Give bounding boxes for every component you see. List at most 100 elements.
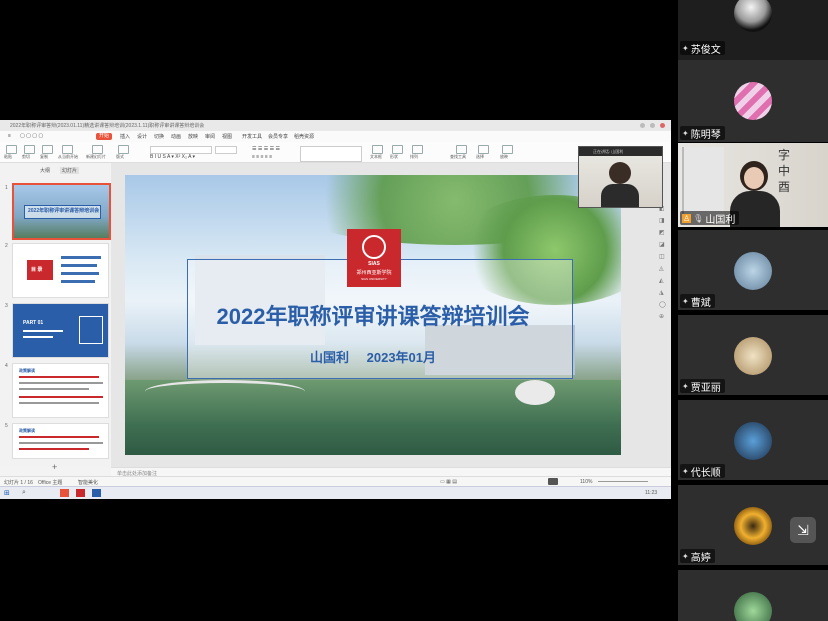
participant-name-tag: ✦ 苏俊文 bbox=[680, 41, 725, 56]
slide-count: 幻灯片 1 / 16 bbox=[4, 480, 33, 486]
tab-review[interactable]: 审阅 bbox=[205, 133, 215, 140]
close-icon[interactable] bbox=[660, 123, 665, 128]
slide-thumb-5[interactable]: 政策解读 bbox=[12, 423, 109, 459]
app-taskbar-icon[interactable] bbox=[92, 489, 101, 497]
presentation-date: 2023年01月 bbox=[366, 350, 437, 365]
tab-start[interactable]: 开始 bbox=[96, 133, 112, 140]
presenter-name: 山国利 bbox=[309, 350, 349, 365]
select-icon[interactable] bbox=[478, 145, 489, 154]
align-buttons[interactable]: ≡ ≡ ≡ ≡ ≡ bbox=[252, 154, 272, 160]
participant-tile-5[interactable]: ✦ 贾亚丽 bbox=[678, 315, 828, 395]
smart-beautify[interactable]: 智能美化 bbox=[78, 479, 98, 486]
new-slide-icon[interactable] bbox=[92, 145, 103, 154]
thumb-line bbox=[61, 280, 95, 283]
shape-gallery[interactable] bbox=[300, 146, 362, 162]
zoom-slider[interactable] bbox=[598, 481, 648, 482]
font-name-select[interactable] bbox=[150, 146, 212, 154]
thumb-title: 政策解读 bbox=[19, 428, 35, 433]
participant-tile-6[interactable]: ✦ 代长顺 bbox=[678, 400, 828, 480]
tab-animation[interactable]: 动画 bbox=[171, 133, 181, 140]
mic-muted-icon: ✦ bbox=[682, 551, 689, 561]
participant-name-tag: ✦ 高婷 bbox=[680, 549, 715, 564]
maximize-icon[interactable] bbox=[650, 123, 655, 128]
host-icon: ♙ bbox=[682, 213, 692, 223]
paste-icon[interactable] bbox=[6, 145, 17, 154]
play-icon[interactable] bbox=[62, 145, 73, 154]
find-tool-icon[interactable] bbox=[456, 145, 467, 154]
avatar bbox=[734, 252, 772, 290]
avatar bbox=[734, 82, 772, 120]
tab-outline[interactable]: 大纲 bbox=[40, 167, 50, 174]
copy-label: 复制 bbox=[40, 154, 48, 159]
wps-w-taskbar-icon[interactable] bbox=[76, 489, 85, 497]
paste-label: 粘贴 bbox=[4, 154, 12, 159]
arrange-icon[interactable] bbox=[412, 145, 423, 154]
windows-taskbar: ⊞ ⌕ 11:23 bbox=[0, 486, 671, 499]
speaker-head bbox=[609, 162, 631, 184]
tab-docer[interactable]: 稻壳资源 bbox=[294, 133, 314, 140]
mic-muted-icon: ✦ bbox=[682, 466, 689, 476]
thumb-title: PART 01 bbox=[23, 320, 44, 326]
slideshow-play-icon[interactable] bbox=[548, 478, 558, 485]
windows-start-icon[interactable]: ⊞ bbox=[4, 489, 10, 497]
share-screen-icon[interactable]: ⇲ bbox=[790, 517, 816, 543]
speaker-video-popup[interactable]: 正在讲话: 山国利 bbox=[578, 146, 663, 208]
bridge bbox=[145, 380, 305, 403]
cut-label: 剪切 bbox=[22, 154, 30, 159]
slide-thumb-1[interactable]: 2022年职称评审讲课答辩培训会 bbox=[12, 183, 111, 240]
search-icon[interactable]: ⌕ bbox=[22, 489, 26, 497]
shape-icon[interactable] bbox=[392, 145, 403, 154]
tab-insert[interactable]: 插入 bbox=[120, 133, 130, 140]
tab-transition[interactable]: 切换 bbox=[154, 133, 164, 140]
tab-file-menu[interactable]: ▢ ▢ ▢ ▢ bbox=[20, 133, 43, 139]
participant-tile-7[interactable]: ✦ 高婷 ⇲ bbox=[678, 485, 828, 565]
tab-slideshow[interactable]: 放映 bbox=[188, 133, 198, 140]
cut-icon[interactable] bbox=[24, 145, 35, 154]
thumb-line bbox=[23, 330, 63, 332]
textbox-icon[interactable] bbox=[372, 145, 383, 154]
avatar bbox=[734, 337, 772, 375]
menu-icon[interactable]: ≡ bbox=[8, 133, 11, 139]
format-buttons[interactable]: B I U S A ▾ X² X₂ A ▾ bbox=[150, 154, 195, 160]
thumb-line bbox=[61, 264, 97, 267]
copy-icon[interactable] bbox=[42, 145, 53, 154]
thumb-title: 政策解读 bbox=[19, 368, 35, 373]
wps-taskbar-icon[interactable] bbox=[60, 489, 69, 497]
left-panel-tabs: 大纲 幻灯片 bbox=[0, 163, 110, 179]
logo-en: SIAS bbox=[368, 261, 380, 267]
slide-thumb-3[interactable]: PART 01 bbox=[12, 303, 109, 358]
participant-tile-4[interactable]: ✦ 曹斌 bbox=[678, 230, 828, 310]
slide-thumb-2[interactable]: 目 录 bbox=[12, 243, 109, 298]
current-slide[interactable]: SIAS 郑州西亚斯学院 SIAS UNIVERSITY 2022年职称评审讲课… bbox=[125, 175, 621, 455]
mic-muted-icon: ✦ bbox=[682, 381, 689, 391]
view-buttons[interactable]: ▭ ▦ ▤ bbox=[440, 479, 457, 485]
tab-developer[interactable]: 开发工具 bbox=[242, 133, 262, 140]
thumb-line bbox=[19, 448, 89, 450]
participant-tile-3-active[interactable]: 字中酉 ♙ 🎙 山国利 bbox=[678, 143, 828, 227]
thumb-line bbox=[19, 382, 103, 384]
participant-tile-2[interactable]: ✦ 陈明琴 bbox=[678, 60, 828, 142]
thumb-line bbox=[19, 442, 103, 444]
participant-name-tag: ✦ 代长顺 bbox=[680, 464, 725, 479]
tab-member[interactable]: 会员专享 bbox=[268, 133, 288, 140]
participant-name: 高婷 bbox=[690, 552, 711, 564]
tab-view[interactable]: 视图 bbox=[222, 133, 232, 140]
participant-name: 苏俊文 bbox=[690, 44, 721, 56]
slideshow-icon[interactable] bbox=[502, 145, 513, 154]
add-slide-icon[interactable]: + bbox=[52, 462, 57, 472]
mic-icon: 🎙 bbox=[693, 213, 704, 223]
participant-name-tag: ✦ 陈明琴 bbox=[680, 126, 725, 141]
arrange-label: 排列 bbox=[410, 154, 418, 159]
participant-tile-8[interactable] bbox=[678, 570, 828, 621]
minimize-icon[interactable] bbox=[640, 123, 645, 128]
avatar bbox=[734, 0, 772, 32]
slide-thumb-4[interactable]: 政策解读 bbox=[12, 363, 109, 418]
speaker-body bbox=[601, 184, 639, 207]
tab-slides[interactable]: 幻灯片 bbox=[60, 167, 80, 174]
window-title: 2022年职称评审答辩(2023.01.11)精选讲课答辩培训(2023.1.1… bbox=[10, 123, 205, 129]
side-toolbar-icons[interactable]: ◧ ◨ ◩ ◪ ◫ ◬ ◭ ◮ ◯ ⊕ bbox=[659, 203, 666, 323]
font-size-select[interactable] bbox=[215, 146, 237, 154]
tab-design[interactable]: 设计 bbox=[137, 133, 147, 140]
layout-icon[interactable] bbox=[118, 145, 129, 154]
paragraph-buttons[interactable]: ☰ ☰ ☰ ☰ ☰ bbox=[252, 146, 280, 152]
